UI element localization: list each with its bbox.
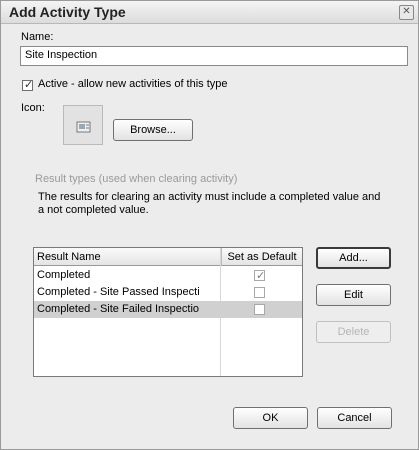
default-checkbox[interactable]: ✓ xyxy=(254,270,265,282)
delete-button[interactable]: Delete xyxy=(316,321,391,343)
checkmark-icon: ✓ xyxy=(24,79,34,91)
edit-button[interactable]: Edit xyxy=(316,284,391,306)
cancel-button[interactable]: Cancel xyxy=(317,407,392,429)
table-row[interactable]: Completed - Site Passed Inspecti xyxy=(34,284,302,301)
icon-label: Icon: xyxy=(21,102,45,114)
table-row[interactable]: Completed - Site Failed Inspectio xyxy=(34,301,302,318)
browse-button[interactable]: Browse... xyxy=(113,119,193,141)
result-types-table[interactable]: Result Name Set as Default Completed ✓ C… xyxy=(33,247,303,377)
default-checkbox[interactable] xyxy=(254,287,265,298)
active-checkbox[interactable]: ✓ xyxy=(22,79,34,91)
result-name-cell: Completed xyxy=(37,269,91,281)
result-types-section-label: Result types (used when clearing activit… xyxy=(35,173,238,185)
name-input[interactable]: Site Inspection xyxy=(20,46,408,66)
column-header-set-as-default[interactable]: Set as Default xyxy=(221,248,302,266)
title-bar[interactable]: Add Activity Type ✕ xyxy=(1,1,418,24)
dialog-title: Add Activity Type xyxy=(9,4,126,20)
result-name-cell: Completed - Site Passed Inspecti xyxy=(37,286,200,298)
checkmark-icon: ✓ xyxy=(256,270,266,282)
column-header-result-name[interactable]: Result Name xyxy=(34,248,221,266)
close-icon[interactable]: ✕ xyxy=(399,5,414,20)
active-label: Active - allow new activities of this ty… xyxy=(38,78,228,90)
ok-button[interactable]: OK xyxy=(233,407,308,429)
result-name-cell: Completed - Site Failed Inspectio xyxy=(37,303,200,315)
default-checkbox[interactable] xyxy=(254,304,265,315)
icon-preview xyxy=(63,105,103,145)
add-activity-type-dialog: Add Activity Type ✕ Name: Site Inspectio… xyxy=(0,0,419,450)
add-button[interactable]: Add... xyxy=(316,247,391,269)
result-types-info: The results for clearing an activity mus… xyxy=(38,191,381,216)
name-label: Name: xyxy=(21,31,54,43)
table-row[interactable]: Completed ✓ xyxy=(34,267,302,284)
activity-icon xyxy=(76,121,91,133)
